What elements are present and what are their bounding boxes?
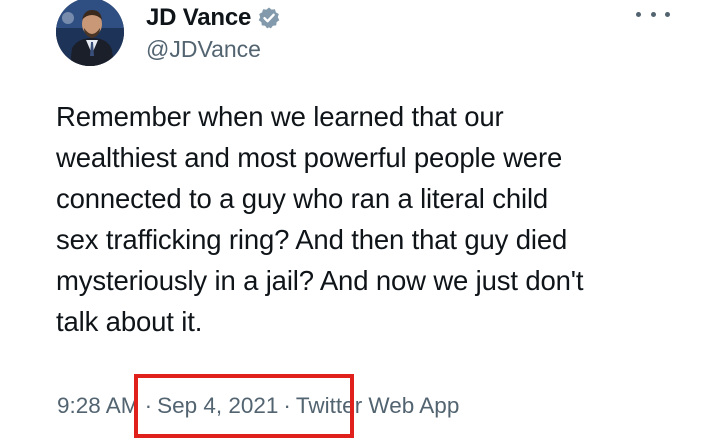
- profile-photo-icon: [56, 0, 124, 66]
- red-highlight-box: [134, 374, 354, 438]
- dot: [665, 11, 670, 17]
- dot: [636, 11, 641, 17]
- dot: [650, 11, 656, 17]
- tweet-text-line: sex trafficking ring? And then that guy …: [56, 224, 568, 255]
- tweet-card: JD Vance @JDVance Remember when we learn…: [0, 0, 716, 448]
- verified-badge-icon: [257, 6, 281, 30]
- tweet-text-line: talk about it.: [56, 306, 203, 337]
- more-options-icon[interactable]: [636, 2, 670, 26]
- tweet-text-line: connected to a guy who ran a literal chi…: [56, 183, 549, 214]
- tweet-text-line: Remember when we learned that our: [56, 101, 504, 132]
- tweet-time[interactable]: 9:28 AM: [57, 393, 140, 419]
- tweet-text: Remember when we learned that our wealth…: [56, 96, 696, 342]
- display-name[interactable]: JD Vance: [146, 4, 251, 32]
- tweet-text-line: wealthiest and most powerful people were: [56, 142, 563, 173]
- handle[interactable]: @JDVance: [146, 36, 261, 63]
- avatar[interactable]: [56, 0, 124, 66]
- tweet-text-line: mysteriously in a jail? And now we just …: [56, 265, 584, 296]
- author-name-row[interactable]: JD Vance: [146, 0, 281, 36]
